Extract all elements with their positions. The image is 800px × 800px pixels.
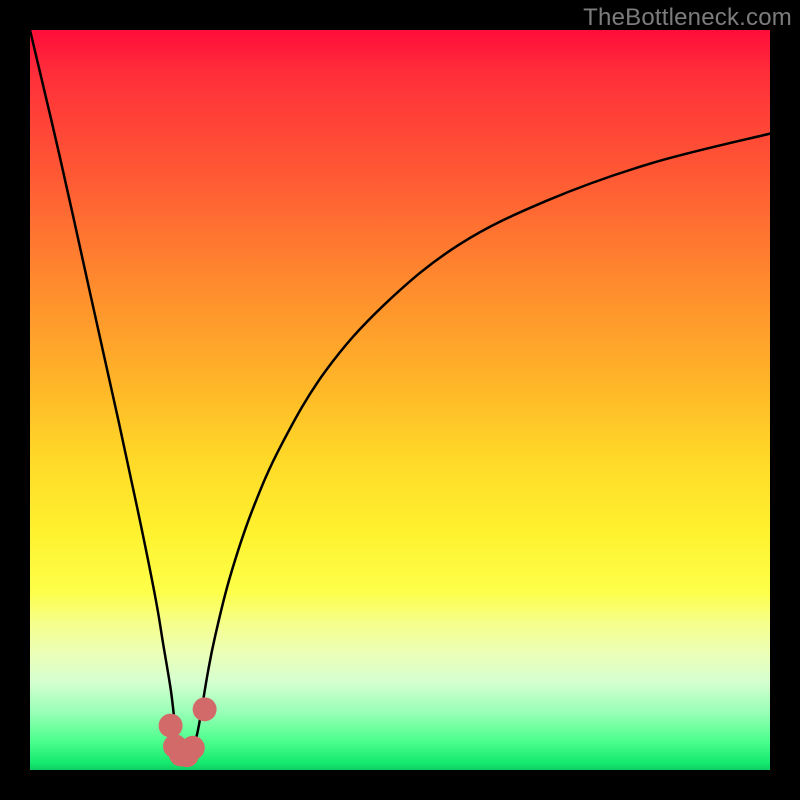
- marker-dot: [193, 697, 217, 721]
- curve-svg: [30, 30, 770, 770]
- marker-dot: [181, 736, 205, 760]
- watermark-label: TheBottleneck.com: [583, 4, 792, 32]
- plot-area: [30, 30, 770, 770]
- chart-frame: TheBottleneck.com: [0, 0, 800, 800]
- marker-cluster-group: [159, 697, 217, 767]
- bottleneck-curve-path: [30, 30, 770, 757]
- marker-dot: [159, 714, 183, 738]
